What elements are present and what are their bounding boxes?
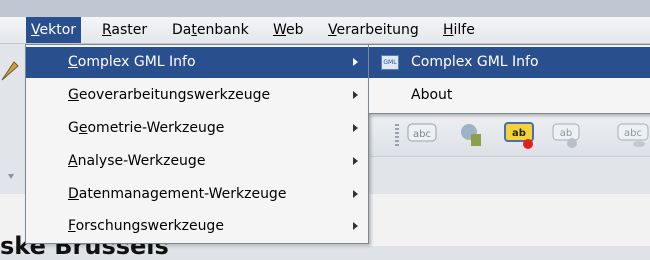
label-abc-icon[interactable]: abc bbox=[407, 122, 437, 144]
menu-hilfe[interactable]: Hilfe bbox=[438, 17, 480, 43]
menu-web-rest: eb bbox=[286, 22, 304, 38]
window-title-strip bbox=[0, 0, 650, 17]
menu-verarbeitung-rest: erarbeitung bbox=[336, 22, 419, 38]
label-show-icon[interactable]: abc bbox=[617, 122, 650, 150]
vektor-dropdown: Complex GML Info Geoverarbeitungswerkzeu… bbox=[25, 44, 369, 244]
submenu-arrow-icon bbox=[353, 91, 358, 99]
submenu-item-complex-gml-info[interactable]: GML Complex GML Info bbox=[369, 47, 650, 78]
menu-raster-rest: aster bbox=[111, 22, 148, 38]
menu-bar: Vektor Raster Datenbank Web Verarbeitung… bbox=[0, 17, 650, 44]
label-show-text: abc bbox=[624, 128, 642, 139]
rest-text: ometrie-Werkzeuge bbox=[87, 120, 225, 136]
vektor-item-forschung[interactable]: Forschungswerkzeuge bbox=[26, 211, 368, 242]
vektor-item-label: Analyse-Werkzeuge bbox=[68, 146, 205, 177]
pre-text: G bbox=[68, 120, 79, 136]
menu-vektor-rest: ektor bbox=[39, 22, 77, 38]
menu-vektor[interactable]: Vektor bbox=[26, 17, 82, 43]
menu-datenbank-pre: Da bbox=[172, 22, 192, 38]
vektor-item-analyse[interactable]: Analyse-Werkzeuge bbox=[26, 146, 368, 177]
rest-text: atenmanagement-Werkzeuge bbox=[78, 186, 287, 202]
menu-verarbeitung[interactable]: Verarbeitung bbox=[323, 17, 424, 43]
toolbar-overflow-icon[interactable] bbox=[0, 170, 24, 184]
vektor-item-datenmanagement[interactable]: Datenmanagement-Werkzeuge bbox=[26, 179, 368, 210]
label-move-text: ab bbox=[560, 128, 572, 139]
menu-hilfe-rest: ilfe bbox=[453, 22, 475, 38]
submenu-arrow-icon bbox=[353, 58, 358, 66]
label-pin-icon[interactable]: ab bbox=[504, 122, 538, 152]
vektor-item-geoverarbeitung[interactable]: Geoverarbeitungswerkzeuge bbox=[26, 80, 368, 111]
submenu-arrow-icon bbox=[353, 157, 358, 165]
accel-a: A bbox=[68, 153, 78, 169]
vektor-item-label: Datenmanagement-Werkzeuge bbox=[68, 179, 286, 210]
rest-text: nalyse-Werkzeuge bbox=[77, 153, 206, 169]
submenu-arrow-icon bbox=[353, 124, 358, 132]
label-abc-text: abc bbox=[413, 129, 431, 140]
vektor-item-complex-gml-info[interactable]: Complex GML Info bbox=[26, 47, 368, 78]
vektor-item-label: Forschungswerkzeuge bbox=[68, 211, 224, 242]
menu-hilfe-accel: H bbox=[443, 22, 454, 38]
submenu-arrow-icon bbox=[353, 190, 358, 198]
menu-datenbank[interactable]: Datenbank bbox=[167, 17, 254, 43]
menu-web-accel: W bbox=[273, 22, 287, 38]
menu-verarbeitung-accel: V bbox=[328, 22, 337, 38]
gml-icon: GML bbox=[381, 55, 399, 70]
vektor-item-geometrie[interactable]: Geometrie-Werkzeuge bbox=[26, 113, 368, 144]
complex-gml-submenu: GML Complex GML Info About bbox=[368, 44, 650, 114]
submenu-item-about[interactable]: About bbox=[369, 80, 650, 111]
toolbar-grip[interactable] bbox=[395, 124, 399, 146]
accel-d: D bbox=[68, 186, 79, 202]
accel-g: G bbox=[68, 87, 79, 103]
submenu-item-label: About bbox=[411, 87, 453, 103]
menu-web[interactable]: Web bbox=[268, 17, 309, 43]
label-move-icon[interactable]: ab bbox=[552, 122, 582, 150]
pan-tool-icon[interactable] bbox=[0, 44, 24, 84]
diagram-icon[interactable] bbox=[459, 122, 485, 148]
label-toolbar: abc ab ab abc bbox=[370, 111, 650, 157]
submenu-item-label: Complex GML Info bbox=[411, 54, 539, 70]
menu-raster-accel: R bbox=[102, 22, 112, 38]
submenu-arrow-icon bbox=[353, 222, 358, 230]
menu-raster[interactable]: Raster bbox=[97, 17, 152, 43]
menu-vektor-accel: V bbox=[31, 22, 40, 38]
menu-datenbank-rest: enbank bbox=[196, 22, 249, 38]
rest-text: orschungswerkzeuge bbox=[75, 218, 224, 234]
accel-c: C bbox=[68, 54, 78, 70]
vektor-item-label: Geoverarbeitungswerkzeuge bbox=[68, 80, 270, 111]
vektor-item-label: Complex GML Info bbox=[68, 47, 196, 78]
rest-text: eoverarbeitungswerkzeuge bbox=[78, 87, 271, 103]
accel-f: F bbox=[68, 218, 76, 234]
rest-text: omplex GML Info bbox=[77, 54, 196, 70]
label-pin-text: ab bbox=[512, 128, 526, 139]
vektor-item-label: Geometrie-Werkzeuge bbox=[68, 113, 224, 144]
